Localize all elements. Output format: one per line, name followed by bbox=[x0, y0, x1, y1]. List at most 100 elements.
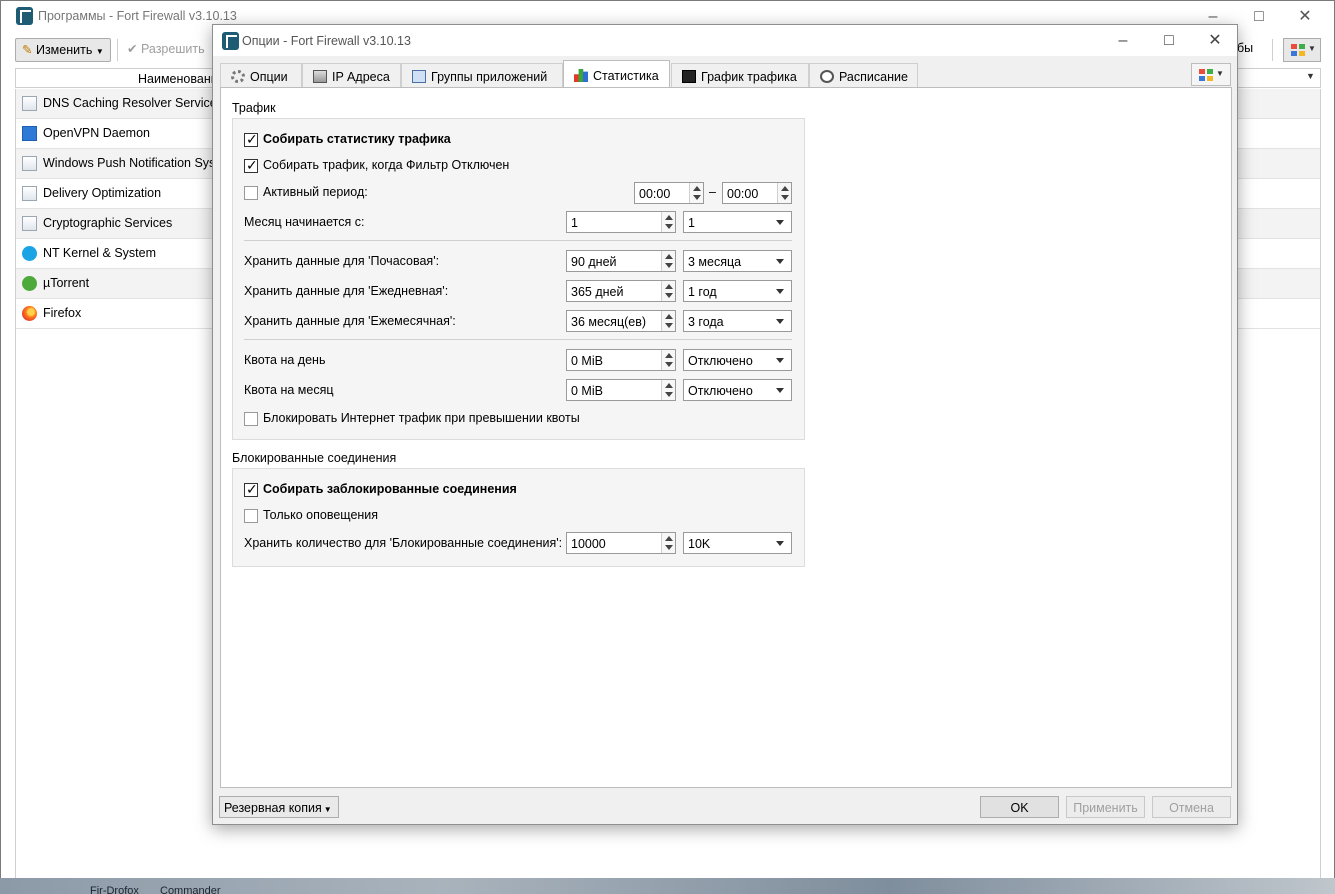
spin-value: 00:00 bbox=[639, 187, 671, 201]
active-period-to-spinbox[interactable]: 00:00 bbox=[722, 182, 792, 204]
spin-value: 0 MiB bbox=[571, 384, 603, 398]
maximize-icon[interactable]: □ bbox=[1236, 1, 1282, 32]
blocked-group: Собирать заблокированные соединения Толь… bbox=[232, 468, 805, 567]
groups-icon bbox=[412, 70, 426, 83]
maximize-icon[interactable]: □ bbox=[1146, 25, 1192, 56]
program-name: OpenVPN Daemon bbox=[43, 126, 151, 140]
alerts-only-label[interactable]: Только оповещения bbox=[263, 508, 378, 522]
spin-arrows-icon[interactable] bbox=[661, 311, 675, 331]
spin-arrows-icon[interactable] bbox=[661, 380, 675, 400]
edit-button-label: Изменить bbox=[35, 43, 93, 57]
spin-value: 90 дней bbox=[571, 255, 617, 269]
keep-daily-combo[interactable]: 1 год bbox=[683, 280, 792, 302]
fort-firewall-logo-icon bbox=[16, 7, 33, 25]
spin-value: 00:00 bbox=[727, 187, 759, 201]
spin-arrows-icon[interactable] bbox=[661, 281, 675, 301]
collect-blocked-checkbox[interactable] bbox=[244, 481, 258, 498]
close-icon[interactable]: ✕ bbox=[1192, 25, 1238, 56]
edit-button[interactable]: ✎ Изменить ▼ bbox=[15, 38, 111, 62]
clock-icon bbox=[820, 70, 834, 83]
spin-value: 36 месяц(ев) bbox=[571, 315, 647, 329]
gear-icon bbox=[231, 70, 245, 83]
chevron-down-icon bbox=[776, 220, 784, 225]
block-on-quota-label[interactable]: Блокировать Интернет трафик при превышен… bbox=[263, 411, 580, 425]
spin-value: 1 bbox=[571, 216, 578, 230]
tab-label: Расписание bbox=[839, 70, 908, 84]
tab-schedule[interactable]: Расписание bbox=[809, 63, 918, 87]
tab-traffic-graph[interactable]: График трафика bbox=[671, 63, 809, 87]
quota-month-label: Квота на месяц bbox=[244, 383, 334, 397]
month-start-label: Месяц начинается с: bbox=[244, 215, 365, 229]
programs-window-title: Программы - Fort Firewall v3.10.13 bbox=[38, 9, 237, 23]
keep-hourly-combo[interactable]: 3 месяца bbox=[683, 250, 792, 272]
chevron-down-icon: ▼ bbox=[1216, 69, 1224, 78]
chevron-down-icon bbox=[776, 259, 784, 264]
tab-statistics[interactable]: Статистика bbox=[563, 60, 670, 87]
collect-blocked-label[interactable]: Собирать заблокированные соединения bbox=[263, 482, 517, 496]
collect-stats-checkbox[interactable] bbox=[244, 131, 258, 148]
month-start-combo[interactable]: 1 bbox=[683, 211, 792, 233]
keep-blocked-count-label: Хранить количество для 'Блокированные со… bbox=[244, 536, 563, 550]
tab-ip-addresses[interactable]: IP Адреса bbox=[302, 63, 401, 87]
close-icon[interactable]: ✕ bbox=[1282, 1, 1328, 32]
spin-value: 10000 bbox=[571, 537, 606, 551]
active-period-from-spinbox[interactable]: 00:00 bbox=[634, 182, 704, 204]
chevron-down-icon[interactable]: ▼ bbox=[1306, 71, 1315, 81]
toolbar-divider-right bbox=[1272, 39, 1273, 61]
quota-month-spinbox[interactable]: 0 MiB bbox=[566, 379, 676, 401]
tab-app-groups[interactable]: Группы приложений bbox=[401, 63, 563, 87]
quota-day-combo[interactable]: Отключено bbox=[683, 349, 792, 371]
collect-when-off-label[interactable]: Собирать трафик, когда Фильтр Отключен bbox=[263, 158, 509, 172]
keep-monthly-spinbox[interactable]: 36 месяц(ев) bbox=[566, 310, 676, 332]
keep-hourly-spinbox[interactable]: 90 дней bbox=[566, 250, 676, 272]
taskbar-item[interactable]: Fir-Drofox bbox=[90, 885, 139, 894]
network-icon bbox=[313, 70, 327, 83]
collect-when-off-checkbox[interactable] bbox=[244, 157, 258, 174]
chevron-down-icon bbox=[776, 541, 784, 546]
taskbar-item[interactable]: Commander bbox=[160, 885, 221, 894]
keep-blocked-count-spinbox[interactable]: 10000 bbox=[566, 532, 676, 554]
view-menu-button[interactable]: ▼ bbox=[1283, 38, 1321, 62]
blocked-group-title: Блокированные соединения bbox=[232, 451, 397, 465]
backup-menu-button[interactable]: Резервная копия ▼ bbox=[219, 796, 339, 818]
app-grid-icon bbox=[1291, 44, 1305, 56]
divider bbox=[244, 339, 792, 340]
program-name: Cryptographic Services bbox=[43, 216, 173, 230]
keep-monthly-label: Хранить данные для 'Ежемесячная': bbox=[244, 314, 456, 328]
allow-button[interactable]: ✔ Разрешить bbox=[127, 41, 205, 56]
active-period-label[interactable]: Активный период: bbox=[263, 185, 368, 199]
program-name: Firefox bbox=[43, 306, 82, 320]
graph-icon bbox=[682, 70, 696, 83]
combo-value: Отключено bbox=[688, 354, 753, 368]
spin-arrows-icon[interactable] bbox=[777, 183, 791, 203]
tab-label: Опции bbox=[250, 70, 288, 84]
cancel-button[interactable]: Отмена bbox=[1152, 796, 1231, 818]
collect-stats-label[interactable]: Собирать статистику трафика bbox=[263, 132, 451, 146]
month-start-spinbox[interactable]: 1 bbox=[566, 211, 676, 233]
minimize-icon[interactable]: – bbox=[1100, 25, 1146, 56]
keep-daily-spinbox[interactable]: 365 дней bbox=[566, 280, 676, 302]
program-name: NT Kernel & System bbox=[43, 246, 157, 260]
quota-month-combo[interactable]: Отключено bbox=[683, 379, 792, 401]
keep-blocked-count-combo[interactable]: 10K bbox=[683, 532, 792, 554]
spin-arrows-icon[interactable] bbox=[661, 212, 675, 232]
view-menu-button[interactable]: ▼ bbox=[1191, 63, 1231, 86]
spin-arrows-icon[interactable] bbox=[661, 251, 675, 271]
quota-day-spinbox[interactable]: 0 MiB bbox=[566, 349, 676, 371]
alerts-only-checkbox[interactable] bbox=[244, 509, 258, 523]
active-period-checkbox[interactable] bbox=[244, 186, 258, 200]
spin-arrows-icon[interactable] bbox=[661, 533, 675, 553]
spin-arrows-icon[interactable] bbox=[661, 350, 675, 370]
apply-button[interactable]: Применить bbox=[1066, 796, 1145, 818]
spin-arrows-icon[interactable] bbox=[689, 183, 703, 203]
divider bbox=[244, 240, 792, 241]
block-on-quota-checkbox[interactable] bbox=[244, 412, 258, 426]
chevron-down-icon bbox=[776, 319, 784, 324]
service-icon bbox=[22, 156, 37, 171]
chevron-down-icon bbox=[776, 388, 784, 393]
keep-monthly-combo[interactable]: 3 года bbox=[683, 310, 792, 332]
tab-options[interactable]: Опции bbox=[220, 63, 302, 87]
openvpn-icon bbox=[22, 126, 37, 141]
ok-button[interactable]: OK bbox=[980, 796, 1059, 818]
options-titlebar[interactable]: Опции - Fort Firewall v3.10.13 – □ ✕ bbox=[213, 25, 1237, 56]
